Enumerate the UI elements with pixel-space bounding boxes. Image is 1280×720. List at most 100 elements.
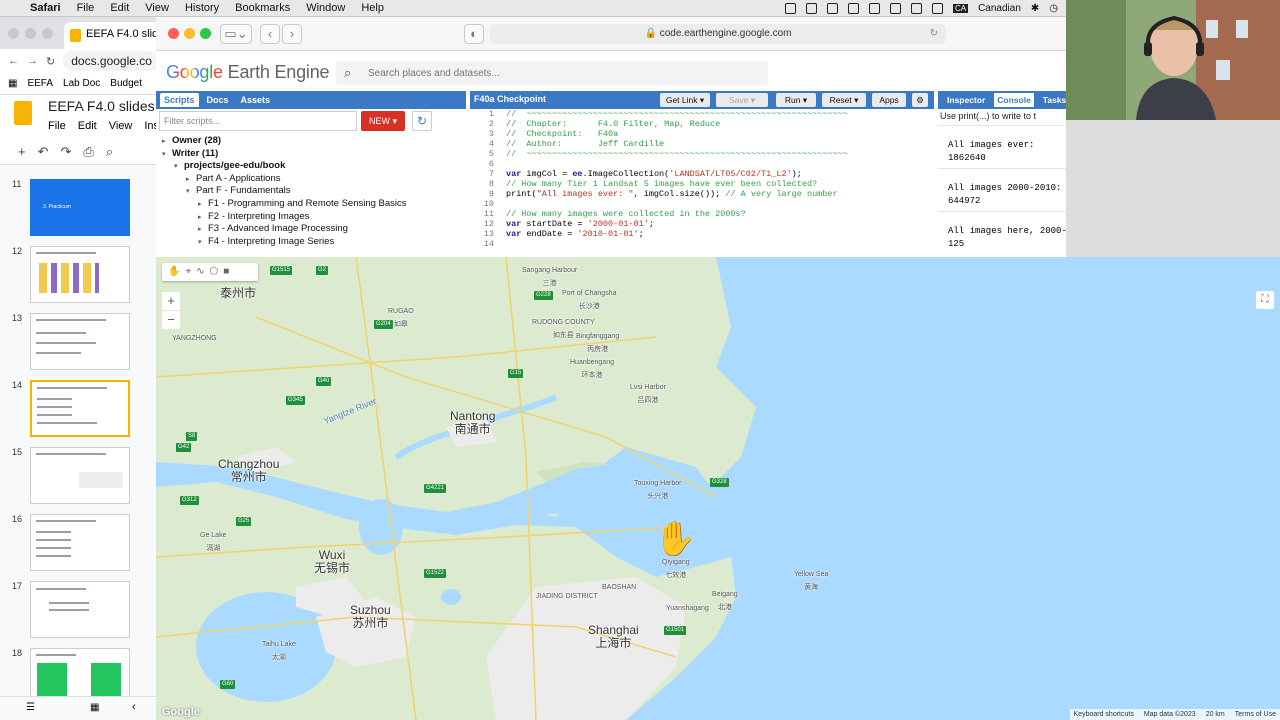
menu-file[interactable]: File (69, 2, 103, 14)
filter-scripts-input[interactable]: Filter scripts... (159, 111, 357, 131)
apps-grid-icon[interactable]: ▦ (8, 78, 17, 89)
caret-down-icon[interactable]: ▾ (162, 150, 172, 158)
fullscreen-icon[interactable]: ⛶ (1256, 291, 1274, 309)
bluetooth-icon[interactable]: ✱ (1031, 3, 1039, 14)
grid-view-icon[interactable]: ▦ (90, 702, 99, 713)
reload-icon[interactable]: ↻ (930, 24, 938, 44)
code-line[interactable]: 5 // ~~~~~~~~~~~~~~~~~~~~~~~~~~~~~~~~~~~~… (470, 149, 934, 159)
caret-right-icon[interactable]: ▸ (198, 200, 208, 208)
code-line[interactable]: 8 // How many Tier 1 Landsat 5 images hav… (470, 179, 934, 189)
slide-thumb-14[interactable]: 14 (0, 380, 160, 440)
tab-docs[interactable]: Docs (203, 93, 233, 107)
close-dot-icon[interactable] (8, 28, 19, 39)
script-tree-item[interactable]: ▸ F1 - Programming and Remote Sensing Bas… (156, 198, 456, 211)
slide-thumb-12[interactable]: 12 (0, 246, 160, 306)
minimize-dot-icon[interactable] (25, 28, 36, 39)
script-tree-item[interactable]: ▸ Part A - Applications (156, 173, 456, 186)
search-input[interactable] (368, 64, 758, 82)
save-button[interactable]: Save ▾ (716, 93, 768, 107)
new-button[interactable]: NEW ▾ (361, 111, 405, 131)
address-bar[interactable]: 🔒 code.earthengine.google.com ↻ (490, 24, 946, 44)
slides-app-icon[interactable] (14, 101, 32, 125)
code-line[interactable]: 11 // How many images were collected in t… (470, 209, 934, 219)
status-icon[interactable] (784, 3, 796, 14)
zoom-in-icon[interactable]: + (162, 292, 180, 310)
tab-scripts[interactable]: Scripts (160, 93, 199, 107)
reset-button[interactable]: Reset ▾ (822, 93, 866, 107)
script-tree-item[interactable]: ▸ F2 - Interpreting Images (156, 211, 456, 224)
menu-bookmarks[interactable]: Bookmarks (227, 2, 298, 14)
caret-down-icon[interactable]: ▾ (186, 187, 196, 195)
bookmark-eefa[interactable]: EEFA (27, 78, 53, 89)
close-window-icon[interactable] (168, 28, 179, 39)
search-box[interactable]: ⌕ (336, 61, 768, 85)
redo-icon[interactable]: ↷ (61, 144, 72, 160)
tab-tasks[interactable]: Tasks (1040, 93, 1069, 107)
clock-icon[interactable]: ◷ (1049, 3, 1058, 14)
slide-thumb-15[interactable]: 15 (0, 447, 160, 507)
input-source-flag-icon[interactable]: CA (952, 4, 969, 13)
keyboard-shortcuts-link[interactable]: Keyboard shortcuts (1074, 711, 1134, 718)
caret-right-icon[interactable]: ▸ (198, 213, 208, 221)
zoom-icon[interactable]: ⌕ (106, 144, 113, 160)
caret-right-icon[interactable]: ▸ (186, 175, 196, 183)
gee-logo[interactable]: Google Earth Engine (166, 62, 330, 83)
add-icon[interactable]: + (18, 144, 26, 159)
collapse-icon[interactable]: ‹ (132, 701, 136, 713)
forward-icon[interactable]: › (282, 24, 302, 44)
zoom-window-icon[interactable] (200, 28, 211, 39)
status-icon[interactable] (847, 3, 859, 14)
slide-thumb-16[interactable]: 16 (0, 514, 160, 574)
status-icon[interactable] (805, 3, 817, 14)
slide-thumb-13[interactable]: 13 (0, 313, 160, 373)
doc-menu-view[interactable]: View (109, 120, 133, 132)
back-arrow-icon[interactable]: ← (8, 55, 19, 67)
code-line[interactable]: 2 // Chapter: F4.0 Filter, Map, Reduce (470, 119, 934, 129)
minimize-window-icon[interactable] (184, 28, 195, 39)
terms-link[interactable]: Terms of Use (1235, 711, 1276, 718)
status-icon[interactable] (910, 3, 922, 14)
settings-gear-icon[interactable]: ⚙ (912, 93, 928, 107)
refresh-icon[interactable]: ↻ (412, 111, 432, 131)
menu-window[interactable]: Window (298, 2, 353, 14)
input-source-label[interactable]: Canadian (978, 3, 1021, 14)
code-line[interactable]: 1 // ~~~~~~~~~~~~~~~~~~~~~~~~~~~~~~~~~~~~… (470, 109, 934, 119)
code-line[interactable]: 7 var imgCol = ee.ImageCollection('LANDSA… (470, 169, 934, 179)
code-line[interactable]: 4 // Author: Jeff Cardille (470, 139, 934, 149)
reload-icon[interactable]: ↻ (46, 55, 55, 68)
point-marker-icon[interactable]: ⌖ (185, 266, 191, 278)
map-view[interactable]: ✋ ⌖ ∿ ⬠ ■ + − ⛶ Nantong 南通市 Changzhou 常州市 … (156, 257, 1280, 720)
script-tree-item[interactable]: ▾ Writer (11) (156, 148, 456, 161)
tab-inspector[interactable]: Inspector (944, 93, 988, 107)
code-line[interactable]: 10 (470, 199, 934, 209)
zoom-out-icon[interactable]: − (162, 311, 180, 329)
caret-down-icon[interactable]: ▾ (198, 238, 208, 246)
status-icon[interactable] (826, 3, 838, 14)
script-tree-item[interactable]: ▸ F3 - Advanced Image Processing (156, 223, 456, 236)
zoom-dot-icon[interactable] (42, 28, 53, 39)
print-icon[interactable]: ⎙ (83, 144, 93, 160)
polygon-draw-icon[interactable]: ⬠ (209, 266, 218, 278)
menu-view[interactable]: View (137, 2, 177, 14)
slide-thumb-17[interactable]: 17 (0, 581, 160, 641)
tab-console[interactable]: Console (994, 93, 1034, 107)
slide-thumb-11[interactable]: 11 3. Practicum (0, 179, 160, 239)
code-line[interactable]: 9 print("All images ever: ", imgCol.size(… (470, 189, 934, 199)
bookmark-lab-doc[interactable]: Lab Doc (63, 78, 100, 89)
doc-menu-file[interactable]: File (48, 120, 66, 132)
undo-icon[interactable]: ↶ (38, 144, 49, 160)
code-line[interactable]: 6 (470, 159, 934, 169)
menu-edit[interactable]: Edit (102, 2, 137, 14)
script-tree-item[interactable]: ▾ projects/gee-edu/book (156, 160, 456, 173)
slides-url-field[interactable]: docs.google.co (63, 51, 159, 71)
code-line[interactable]: 12 var startDate = '2000-01-01'; (470, 219, 934, 229)
forward-arrow-icon[interactable]: → (27, 55, 38, 67)
apps-button[interactable]: Apps (872, 93, 906, 107)
line-draw-icon[interactable]: ∿ (196, 266, 204, 278)
get-link-button[interactable]: Get Link ▾ (660, 93, 710, 107)
code-line[interactable]: 3 // Checkpoint: F40a (470, 129, 934, 139)
pan-hand-icon[interactable]: ✋ (168, 266, 180, 278)
status-icon[interactable] (931, 3, 943, 14)
slides-browser-tab[interactable]: EEFA F4.0 slides V (64, 22, 160, 49)
caret-right-icon[interactable]: ▸ (198, 225, 208, 233)
